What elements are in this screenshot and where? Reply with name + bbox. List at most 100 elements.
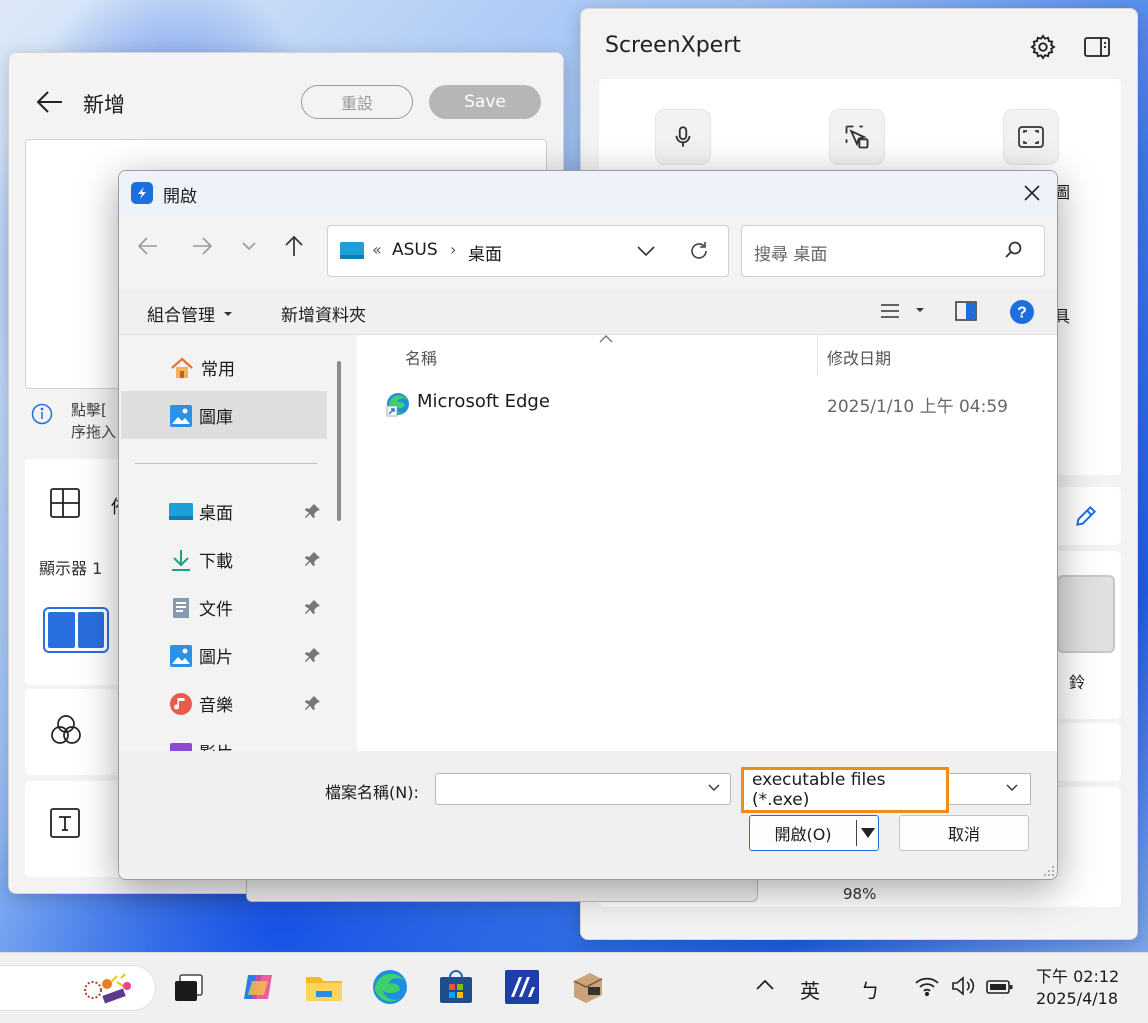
open-button[interactable]: 開啟(O) bbox=[749, 815, 879, 851]
open-label: 開啟(O) bbox=[774, 825, 832, 844]
reset-button[interactable]: 重設 bbox=[301, 85, 413, 119]
list-view-icon[interactable] bbox=[879, 301, 901, 321]
clock-date[interactable]: 2025/4/18 bbox=[1036, 989, 1118, 1008]
pin-icon[interactable] bbox=[305, 695, 321, 711]
breadcrumb-overflow[interactable]: « bbox=[372, 240, 382, 259]
split-divider bbox=[856, 820, 857, 846]
split-layout-option[interactable] bbox=[43, 607, 109, 653]
dialog-titlebar[interactable]: 開啟 bbox=[119, 171, 1057, 215]
nav-item-gallery[interactable]: 圖庫 bbox=[169, 403, 233, 428]
back-arrow-icon[interactable] bbox=[35, 89, 65, 115]
chevron-down-icon[interactable] bbox=[241, 239, 257, 253]
column-header-name[interactable]: 名稱 bbox=[405, 345, 437, 369]
pencil-icon[interactable] bbox=[1073, 503, 1099, 529]
desktop-folder-icon bbox=[169, 502, 193, 522]
widgets-button[interactable] bbox=[0, 965, 156, 1011]
microphone-icon bbox=[670, 124, 696, 150]
search-icon[interactable] bbox=[1004, 240, 1024, 260]
breadcrumb-desktop[interactable]: 桌面 bbox=[468, 240, 502, 265]
open-file-dialog: 開啟 « ASUS › 桌面 搜尋 桌面 組合管理 新增資料夾 ? 常用 圖庫 … bbox=[118, 170, 1058, 880]
ime-mode-indicator[interactable]: 英 bbox=[800, 975, 820, 1004]
nav-item-pictures[interactable]: 圖片 bbox=[169, 643, 233, 668]
sort-up-icon bbox=[599, 335, 613, 343]
music-icon bbox=[169, 692, 193, 716]
task-view-icon[interactable] bbox=[170, 967, 210, 1007]
nav-label-home: 常用 bbox=[201, 360, 235, 380]
nav-item-downloads[interactable]: 下載 bbox=[169, 547, 233, 572]
volume-icon[interactable] bbox=[950, 975, 976, 997]
preview-thumbnail[interactable] bbox=[1057, 575, 1115, 653]
video-editor-icon[interactable] bbox=[568, 967, 608, 1007]
gear-icon[interactable] bbox=[1029, 33, 1057, 61]
microsoft-store-icon[interactable] bbox=[436, 967, 476, 1007]
navigation-pane: 常用 圖庫 桌面 下載 文件 圖片 音樂 bbox=[119, 335, 357, 764]
battery-icon[interactable] bbox=[986, 979, 1014, 995]
up-arrow-icon[interactable] bbox=[283, 235, 305, 257]
back-arrow-icon[interactable] bbox=[137, 235, 159, 257]
wifi-icon[interactable] bbox=[914, 975, 940, 997]
clock-time[interactable]: 下午 02:12 bbox=[1036, 963, 1119, 987]
nav-label-documents: 文件 bbox=[199, 600, 233, 620]
file-row[interactable]: Microsoft Edge 2025/1/10 上午 04:59 bbox=[385, 389, 1035, 419]
preview-label-fragment: 鈴 bbox=[1069, 673, 1086, 692]
copilot-icon[interactable] bbox=[238, 967, 278, 1007]
cancel-button[interactable]: 取消 bbox=[899, 815, 1029, 851]
text-box-icon bbox=[49, 807, 81, 839]
organize-menu[interactable]: 組合管理 bbox=[147, 301, 233, 326]
filename-input[interactable] bbox=[435, 773, 731, 805]
info-icon bbox=[31, 403, 53, 425]
screen-capture-button[interactable] bbox=[1003, 109, 1059, 165]
save-button[interactable]: Save bbox=[429, 85, 541, 119]
pin-icon[interactable] bbox=[305, 551, 321, 567]
fireworks-widget-icon bbox=[77, 972, 137, 1006]
address-bar[interactable]: « ASUS › 桌面 bbox=[327, 225, 729, 277]
app-logo-icon bbox=[131, 182, 153, 204]
color-circles-icon bbox=[49, 713, 83, 747]
myasus-icon[interactable] bbox=[502, 967, 542, 1007]
file-explorer-icon[interactable] bbox=[304, 967, 344, 1007]
breadcrumb-asus[interactable]: ASUS bbox=[392, 240, 438, 260]
taskbar: 英 ㄅ 下午 02:12 2025/4/18 bbox=[0, 952, 1148, 1023]
pin-icon[interactable] bbox=[305, 503, 321, 519]
nav-item-home[interactable]: 常用 bbox=[169, 355, 235, 380]
resize-grip-icon[interactable] bbox=[1043, 865, 1055, 877]
dialog-title: 開啟 bbox=[163, 187, 197, 207]
nav-scrollbar[interactable] bbox=[337, 361, 341, 521]
column-header-date[interactable]: 修改日期 bbox=[827, 345, 891, 369]
organize-label: 組合管理 bbox=[147, 306, 215, 326]
ime-bopomofo-indicator[interactable]: ㄅ bbox=[860, 975, 880, 1004]
filetype-select[interactable]: executable files (*.exe) bbox=[741, 767, 949, 813]
pin-icon[interactable] bbox=[305, 647, 321, 663]
chevron-up-icon[interactable] bbox=[754, 975, 776, 995]
capture-frame-icon bbox=[1017, 125, 1045, 149]
chevron-down-icon[interactable] bbox=[1005, 783, 1019, 793]
nav-item-music[interactable]: 音樂 bbox=[169, 691, 233, 716]
screen-pen-button[interactable] bbox=[829, 109, 885, 165]
nav-item-documents[interactable]: 文件 bbox=[169, 595, 233, 620]
preview-pane-icon[interactable] bbox=[955, 301, 977, 321]
dialog-footer: 檔案名稱(N): executable files (*.exe) 開啟(O) … bbox=[119, 751, 1057, 879]
caret-down-icon[interactable] bbox=[915, 307, 925, 313]
new-folder-button[interactable]: 新增資料夾 bbox=[281, 301, 366, 326]
svg-text:?: ? bbox=[1017, 305, 1027, 322]
column-divider[interactable] bbox=[817, 335, 818, 375]
nav-item-desktop[interactable]: 桌面 bbox=[169, 499, 233, 524]
nav-label-desktop: 桌面 bbox=[199, 504, 233, 524]
close-icon[interactable] bbox=[1017, 179, 1047, 207]
file-name: Microsoft Edge bbox=[417, 391, 550, 412]
side-panel-icon[interactable] bbox=[1083, 35, 1111, 59]
nav-label-downloads: 下載 bbox=[199, 552, 233, 572]
edge-shortcut-icon bbox=[385, 391, 411, 417]
help-icon[interactable]: ? bbox=[1009, 299, 1035, 325]
pictures-icon bbox=[169, 644, 193, 668]
microphone-button[interactable] bbox=[655, 109, 711, 165]
forward-arrow-icon[interactable] bbox=[191, 235, 213, 257]
edge-icon[interactable] bbox=[370, 967, 410, 1007]
desktop-folder-icon bbox=[340, 241, 364, 261]
pin-icon[interactable] bbox=[305, 599, 321, 615]
chevron-down-icon[interactable] bbox=[636, 244, 656, 258]
caret-down-icon[interactable] bbox=[860, 827, 876, 839]
chevron-down-icon[interactable] bbox=[707, 783, 721, 793]
refresh-icon[interactable] bbox=[688, 240, 710, 262]
search-box[interactable]: 搜尋 桌面 bbox=[741, 225, 1045, 277]
